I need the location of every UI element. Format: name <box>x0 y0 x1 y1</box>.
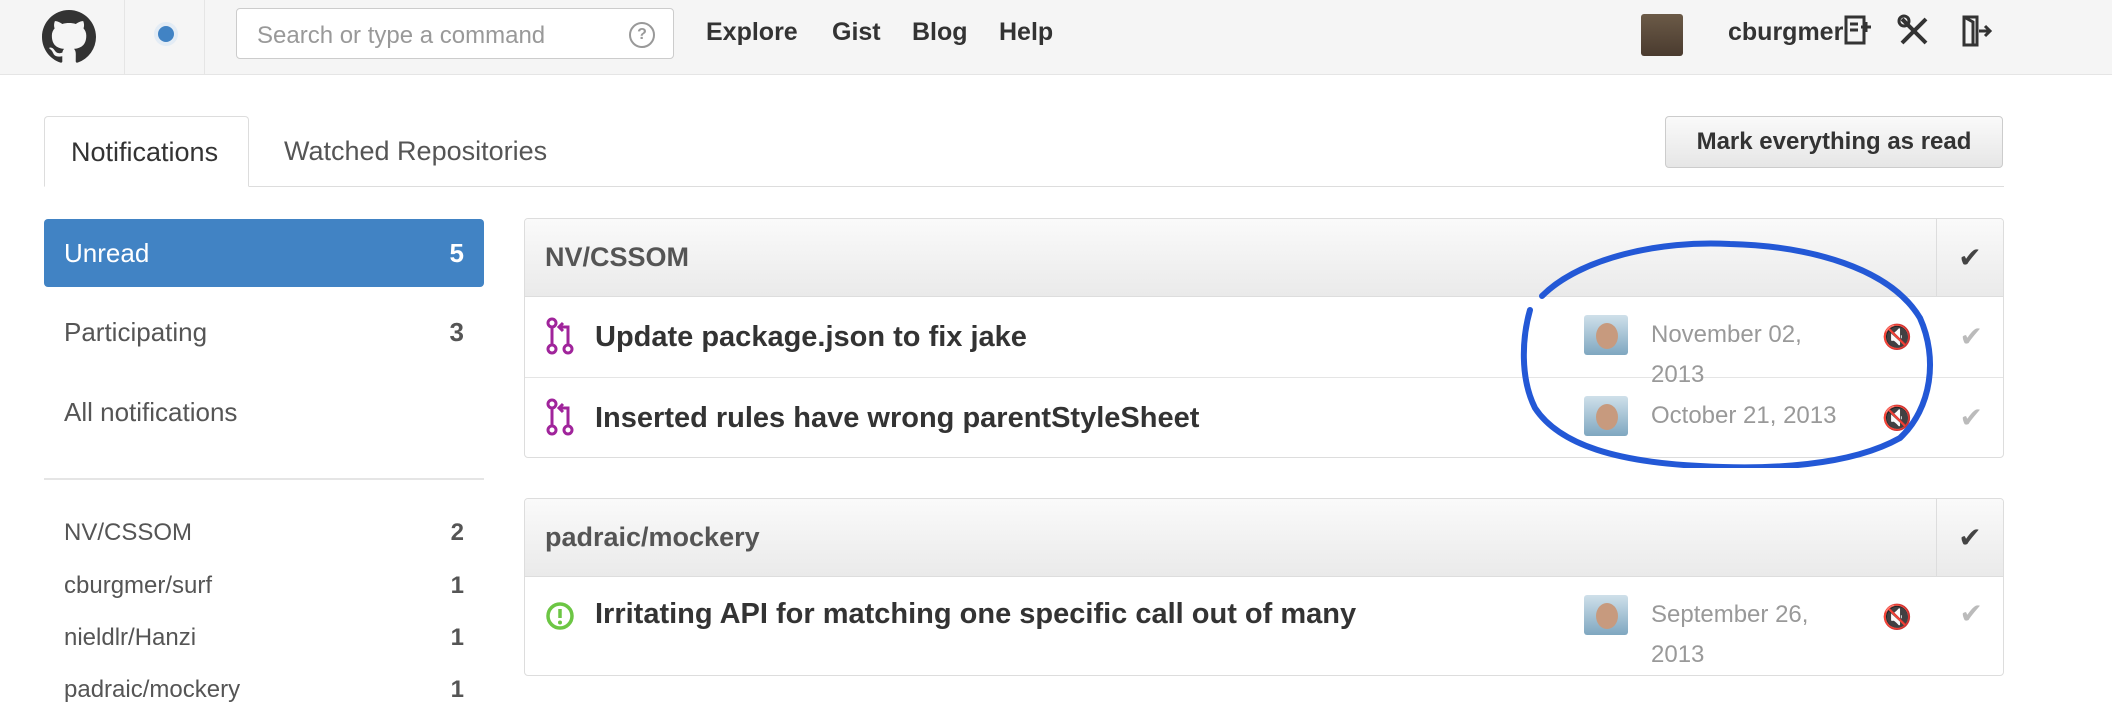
mark-group-read-check-icon[interactable]: ✔ <box>1936 499 2003 576</box>
sidebar-item-count: 5 <box>449 238 464 268</box>
octocat-logo-icon[interactable] <box>42 10 96 64</box>
pull-request-icon <box>546 317 574 355</box>
sidebar-repo-label: padraic/mockery <box>64 676 241 703</box>
question-circle-icon[interactable]: ? <box>629 22 655 48</box>
mark-read-check-icon[interactable]: ✔ <box>1960 378 1983 457</box>
sidebar-repo-item[interactable]: padraic/mockery 1 <box>44 665 484 715</box>
sidebar-repo-item[interactable]: NV/CSSOM 2 <box>44 508 484 558</box>
sidebar-repo-label: nieldlr/Hanzi <box>64 624 197 651</box>
notification-group-header: padraic/mockery ✔ <box>525 499 2003 577</box>
notification-title-link[interactable]: Irritating API for matching one specific… <box>595 577 1356 651</box>
avatar[interactable] <box>1641 14 1683 56</box>
search-input[interactable] <box>255 21 629 51</box>
group-repo-link[interactable]: padraic/mockery <box>545 499 760 576</box>
create-repo-icon[interactable] <box>1840 14 1874 48</box>
notification-title-link[interactable]: Inserted rules have wrong parentStyleShe… <box>595 378 1199 457</box>
sidebar-item-label: Participating <box>64 317 208 347</box>
issue-opened-icon <box>546 602 574 630</box>
tab-watched-repositories[interactable]: Watched Repositories <box>258 116 573 187</box>
pull-request-icon <box>546 398 574 436</box>
header-divider <box>124 0 125 74</box>
header-divider <box>204 0 205 74</box>
sidebar-repo-count: 1 <box>450 572 464 599</box>
mark-group-read-check-icon[interactable]: ✔ <box>1936 219 2003 296</box>
mute-thread-icon[interactable]: 🔇 <box>1882 603 1912 632</box>
sidebar-repo-label: NV/CSSOM <box>64 519 193 546</box>
sidebar-item-participating[interactable]: Participating 3 <box>44 298 484 366</box>
sidebar-repo-count: 2 <box>450 519 464 546</box>
sign-out-icon[interactable] <box>1959 14 1993 48</box>
sidebar-divider <box>44 478 484 480</box>
group-repo-link[interactable]: NV/CSSOM <box>545 219 689 296</box>
sidebar-repo-count: 1 <box>450 676 464 703</box>
notification-group: padraic/mockery ✔ Irritating API for mat… <box>524 498 2004 676</box>
mark-read-check-icon[interactable]: ✔ <box>1960 297 1983 377</box>
sidebar-repo-count: 1 <box>450 624 464 651</box>
search-box: ? <box>236 8 674 59</box>
notification-date: September 26, 2013 <box>1651 601 1809 668</box>
nav-help-link[interactable]: Help <box>999 18 1053 47</box>
sidebar-item-label: Unread <box>64 238 150 268</box>
sidebar-item-count: 3 <box>449 317 464 347</box>
sidebar-item-unread[interactable]: Unread 5 <box>44 219 484 287</box>
username-link[interactable]: cburgmer <box>1728 18 1843 47</box>
nav-gist-link[interactable]: Gist <box>832 18 881 47</box>
sidebar-repo-label: cburgmer/surf <box>64 572 213 599</box>
nav-blog-link[interactable]: Blog <box>912 18 968 47</box>
tab-notifications[interactable]: Notifications <box>44 116 249 187</box>
sidebar-repo-item[interactable]: nieldlr/Hanzi 1 <box>44 613 484 663</box>
nav-explore-link[interactable]: Explore <box>706 18 798 47</box>
settings-tools-icon[interactable] <box>1897 14 1931 48</box>
sidebar-item-all-notifications[interactable]: All notifications <box>44 378 484 446</box>
notification-dot-icon[interactable] <box>158 26 174 42</box>
sidebar-item-label: All notifications <box>64 397 238 427</box>
mark-read-check-icon[interactable]: ✔ <box>1960 577 1983 651</box>
top-header: ? Explore Gist Blog Help cburgmer <box>0 0 2112 75</box>
annotation-circle <box>1520 240 1933 468</box>
avatar <box>1584 595 1628 635</box>
notification-title-link[interactable]: Update package.json to fix jake <box>595 297 1027 377</box>
mark-all-read-button[interactable]: Mark everything as read <box>1665 116 2003 168</box>
sidebar-repo-item[interactable]: cburgmer/surf 1 <box>44 561 484 611</box>
notification-row[interactable]: Irritating API for matching one specific… <box>525 577 2003 673</box>
